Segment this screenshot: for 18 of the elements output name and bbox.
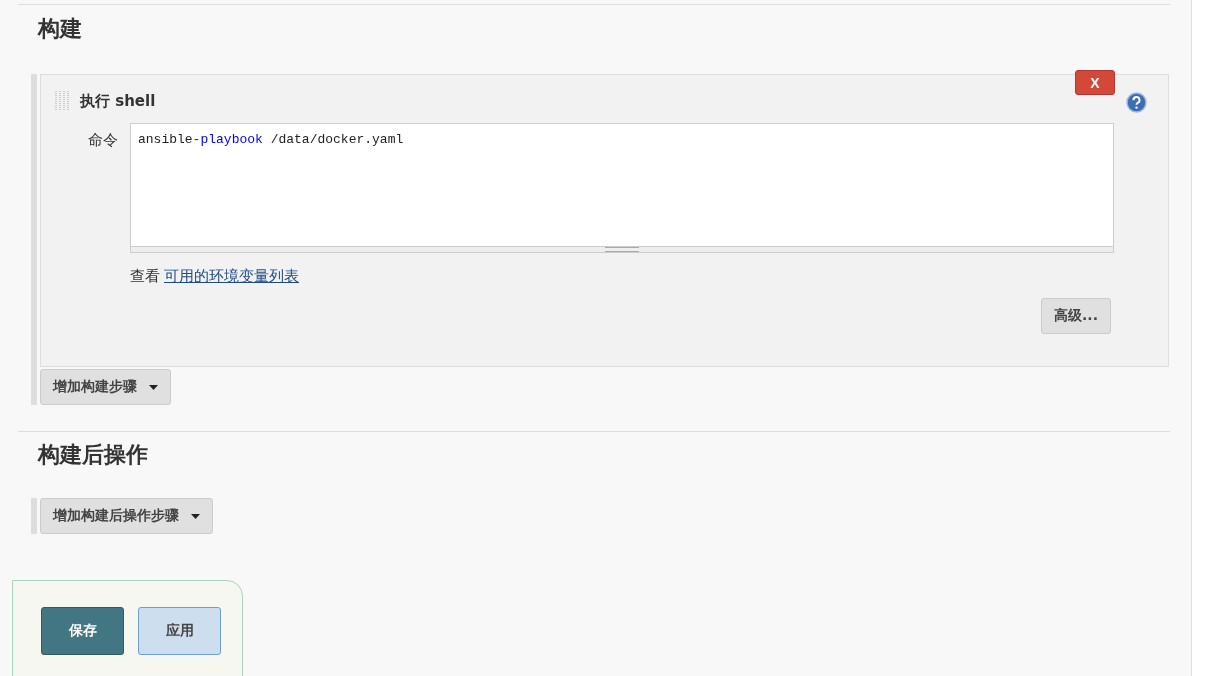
resize-handle-icon[interactable] [605,247,639,252]
delete-button[interactable]: X [1075,70,1115,95]
caret-icon [149,384,158,390]
advanced-button[interactable]: 高级... [1041,298,1111,334]
save-button[interactable]: 保存 [41,607,124,655]
add-build-step-button[interactable]: 增加构建步骤 [40,369,171,405]
section-heading: 构建后操作 [38,441,149,469]
step-title: 执行 shell [80,91,156,111]
apply-button[interactable]: 应用 [138,607,221,655]
help-icon[interactable] [1126,92,1147,113]
command-field[interactable]: ansible-playbook /data/docker.yaml [130,123,1114,253]
env-vars-link[interactable]: 可用的环境变量列表 [164,267,299,286]
drag-handle-icon[interactable] [55,91,71,111]
env-prefix: 查看 [130,267,160,286]
field-label: 命令 [87,131,119,151]
add-post-build-step-button[interactable]: 增加构建后操作步骤 [40,498,213,534]
section-heading: 构建 [38,15,83,43]
caret-icon [191,513,200,519]
